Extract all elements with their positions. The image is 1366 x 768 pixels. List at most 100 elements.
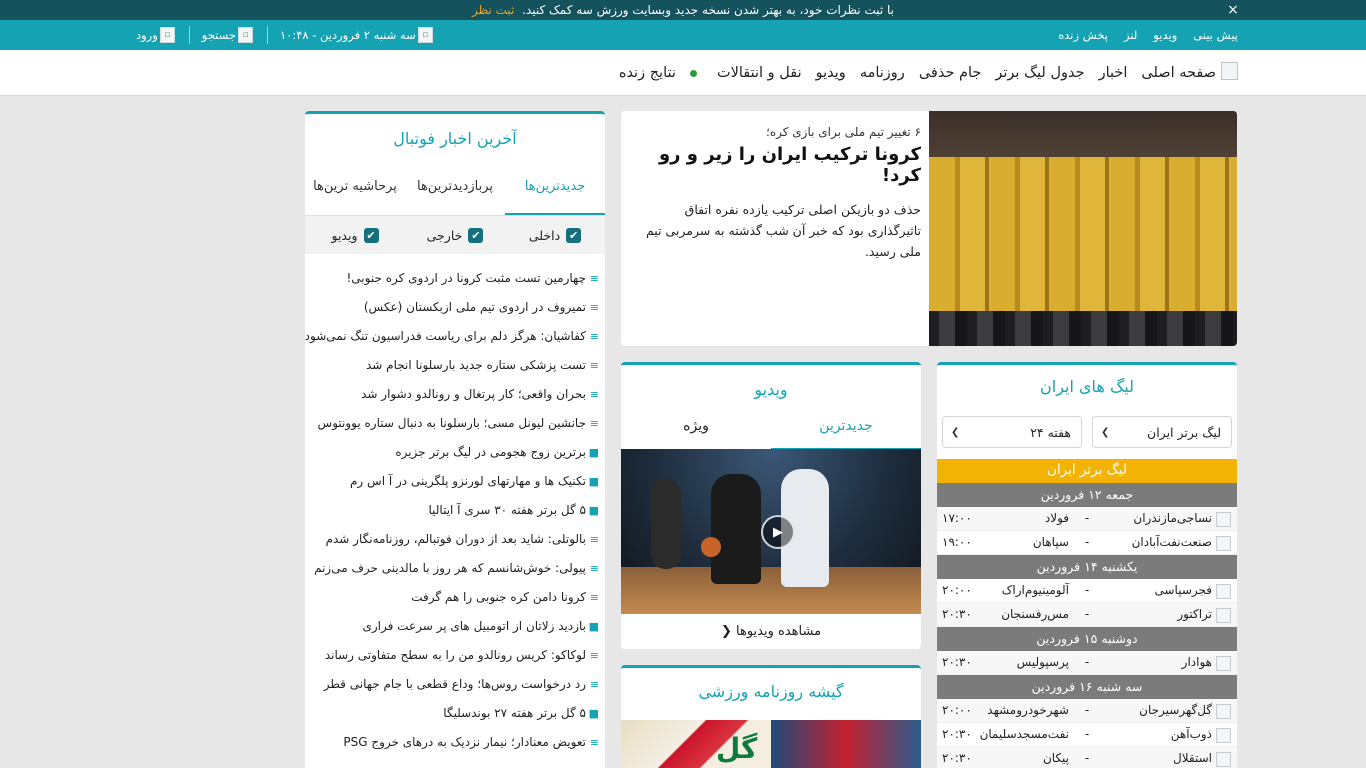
- text-lines-icon: ≡: [589, 649, 599, 662]
- match-time: ۱۹:۰۰: [942, 535, 972, 549]
- news-item-title: رد درخواست روس‌ها؛ وداع قطعی با جام جهان…: [323, 677, 586, 691]
- score-dash: -: [1084, 607, 1090, 621]
- match-row[interactable]: فجرسپاسی - آلومینیوم‌اراک ۲۰:۰۰: [937, 579, 1237, 603]
- iran-leagues-widget: لیگ های ایران لیگ برتر ایران ❯ هفته ۲۴ ❯ ل…: [937, 362, 1237, 768]
- nav-transfers[interactable]: نقل و انتقالات: [717, 65, 802, 81]
- away-team: پرسپولیس: [1016, 655, 1069, 669]
- match-time: ۲۰:۰۰: [942, 703, 972, 717]
- news-item-title: تکنیک ها و مهارتهای لورنزو پلگرینی در آ …: [350, 474, 586, 488]
- home-team: صنعت‌نفت‌آبادان: [1131, 535, 1212, 549]
- news-item[interactable]: ■تکنیک ها و مهارتهای لورنزو پلگرینی در آ…: [305, 467, 605, 496]
- close-icon[interactable]: ×: [1226, 0, 1240, 20]
- news-item[interactable]: ≡جانشین لیونل مسی؛ بارسلونا به دنبال ستا…: [305, 409, 605, 438]
- nav-cup[interactable]: جام حذفی: [919, 65, 982, 81]
- thumbnail-court: [621, 567, 921, 614]
- view-videos-link[interactable]: مشاهده ویدیوها ❮: [621, 614, 921, 649]
- headline-image[interactable]: [929, 111, 1237, 346]
- checkbox-checked-icon[interactable]: ✔: [363, 227, 379, 243]
- thumbnail-player: [651, 479, 681, 569]
- nav-video[interactable]: ویدیو: [816, 65, 846, 81]
- newspaper-cover[interactable]: [771, 720, 921, 768]
- checkbox-checked-icon[interactable]: ✔: [468, 227, 484, 243]
- filter-domestic[interactable]: ✔ داخلی: [505, 227, 605, 243]
- video-widget: ویدیو جدیدترین ویژه ▶ مشاهده ویدیوها ❮: [621, 362, 921, 649]
- score-dash: -: [1084, 727, 1090, 741]
- video-tabs: جدیدترین ویژه: [621, 414, 921, 450]
- top-link-video[interactable]: ویدیو: [1153, 28, 1177, 42]
- nav-newspaper[interactable]: روزنامه: [860, 65, 905, 81]
- match-row[interactable]: استقلال - پیکان ۲۰:۳۰: [937, 747, 1237, 768]
- live-dot-icon: [689, 69, 697, 77]
- news-item[interactable]: ■بازدید زلاتان از اتومبیل های پر سرعت فر…: [305, 612, 605, 641]
- top-link-predict[interactable]: پیش بینی: [1193, 28, 1238, 42]
- date-display: سه شنبه ۲ فروردین - ۱۰:۴۸ ▫: [280, 27, 435, 43]
- headline-text: ۶ تغییر تیم ملی برای بازی کره؛ کرونا ترک…: [621, 111, 929, 346]
- news-item[interactable]: ■برترین زوج هجومی در لیگ برتر جزیره: [305, 438, 605, 467]
- news-item[interactable]: ≡تعویض معنادار؛ نیمار نزدیک به درهای خرو…: [305, 728, 605, 757]
- tab-featured-videos[interactable]: ویژه: [621, 414, 771, 450]
- news-item[interactable]: ≡تست پزشکی ستاره جدید بارسلونا انجام شد: [305, 351, 605, 380]
- news-item[interactable]: ■۵ گل برتر هفته ۳۰ سری آ ایتالیا: [305, 496, 605, 525]
- tab-latest[interactable]: جدیدترین‌ها: [505, 174, 605, 215]
- text-lines-icon: ≡: [589, 330, 599, 343]
- main-navbar: صفحه اصلی اخبار جدول لیگ برتر جام حذفی ر…: [0, 50, 1366, 96]
- score-dash: -: [1084, 751, 1090, 765]
- league-title-bar: لیگ برتر ایران: [937, 459, 1237, 483]
- news-item[interactable]: ≡کفاشیان: هرگز دلم برای ریاست فدراسیون ت…: [305, 322, 605, 351]
- top-link-lens[interactable]: لنز: [1124, 28, 1137, 42]
- video-title: ویدیو: [754, 380, 788, 399]
- nav-news[interactable]: اخبار: [1099, 65, 1128, 81]
- news-item[interactable]: ≡پیولی: خوش‌شانسم که هر روز با مالدینی ح…: [305, 554, 605, 583]
- match-row[interactable]: گل‌گهرسیرجان - شهرخودرومشهد ۲۰:۰۰: [937, 699, 1237, 723]
- site-logo[interactable]: [1221, 62, 1238, 80]
- home-team: فجرسپاسی: [1154, 583, 1213, 597]
- news-item[interactable]: ≡بالوتلی: شاید بعد از دوران فوتبالم، روز…: [305, 525, 605, 554]
- day-header: جمعه ۱۲ فروردین: [937, 483, 1237, 507]
- news-item[interactable]: ≡رد درخواست روس‌ها؛ وداع قطعی با جام جها…: [305, 670, 605, 699]
- nav-home[interactable]: صفحه اصلی: [1141, 65, 1216, 81]
- video-thumbnail[interactable]: ▶: [621, 449, 921, 614]
- play-icon[interactable]: ▶: [761, 515, 795, 549]
- league-select[interactable]: لیگ برتر ایران ❯: [1092, 416, 1232, 448]
- headline-card[interactable]: ۶ تغییر تیم ملی برای بازی کره؛ کرونا ترک…: [621, 111, 1237, 346]
- text-lines-icon: ≡: [589, 736, 599, 749]
- news-item[interactable]: ■۵ گل برتر هفته ۲۷ بوندسلیگا: [305, 699, 605, 728]
- nav-live-results[interactable]: نتایج زنده: [605, 65, 703, 81]
- news-item[interactable]: ≡تمیروف در اردوی تیم ملی ازبکستان (عکس): [305, 293, 605, 322]
- headline-title[interactable]: کرونا ترکیب ایران را زیر و رو کرد!: [629, 144, 921, 186]
- news-item-title: بالوتلی: شاید بعد از دوران فوتبالم، روزن…: [325, 532, 586, 546]
- news-item[interactable]: ≡کرونا دامن کره جنوبی را هم گرفت: [305, 583, 605, 612]
- filter-video[interactable]: ✔ ویدیو: [305, 227, 405, 243]
- login-button[interactable]: ورود ▫: [136, 27, 177, 43]
- score-dash: -: [1084, 535, 1090, 549]
- news-item[interactable]: ≡بحران واقعی؛ کار پرتغال و رونالدو دشوار…: [305, 380, 605, 409]
- checkbox-checked-icon[interactable]: ✔: [566, 227, 582, 243]
- match-row[interactable]: صنعت‌نفت‌آبادان - سپاهان ۱۹:۰۰: [937, 531, 1237, 555]
- match-row[interactable]: تراکتور - مس‌رفسنجان ۲۰:۳۰: [937, 603, 1237, 627]
- tab-most-controversial[interactable]: پرحاشیه ترین‌ها: [305, 174, 405, 215]
- match-time: ۲۰:۰۰: [942, 583, 972, 597]
- news-item[interactable]: ≡چهارمین تست مثبت کرونا در اردوی کره جنو…: [305, 264, 605, 293]
- video-camera-icon: ■: [588, 504, 599, 517]
- match-row[interactable]: هوادار - پرسپولیس ۲۰:۳۰: [937, 651, 1237, 675]
- tab-most-viewed[interactable]: پربازدیدترین‌ها: [405, 174, 505, 215]
- away-team: سپاهان: [1032, 535, 1069, 549]
- top-link-live-stream[interactable]: پخش زنده: [1058, 28, 1108, 42]
- search-button[interactable]: جستجو ▫: [202, 27, 255, 43]
- filter-foreign[interactable]: ✔ خارجی: [405, 227, 505, 243]
- newspaper-covers[interactable]: گل: [621, 720, 921, 768]
- away-team: نفت‌مسجدسلیمان: [979, 727, 1069, 741]
- user-icon: ▫: [159, 27, 175, 43]
- home-team: استقلال: [1173, 751, 1212, 765]
- news-item[interactable]: ≡لوکاکو: کریس رونالدو من را به سطح متفاو…: [305, 641, 605, 670]
- news-item-title: ۵ گل برتر هفته ۳۰ سری آ ایتالیا: [428, 503, 586, 517]
- view-videos-label: مشاهده ویدیوها: [736, 624, 822, 639]
- nav-league-table[interactable]: جدول لیگ برتر: [995, 65, 1084, 81]
- match-row[interactable]: نساجی‌مازندران - فولاد ۱۷:۰۰: [937, 507, 1237, 531]
- feedback-link[interactable]: ثبت نظر: [472, 3, 514, 17]
- week-select[interactable]: هفته ۲۴ ❯: [942, 416, 1082, 448]
- match-row[interactable]: ذوب‌آهن - نفت‌مسجدسلیمان ۲۰:۳۰: [937, 723, 1237, 747]
- text-lines-icon: ≡: [589, 591, 599, 604]
- thumbnail-player: [711, 474, 761, 584]
- tab-latest-videos[interactable]: جدیدترین: [771, 414, 921, 450]
